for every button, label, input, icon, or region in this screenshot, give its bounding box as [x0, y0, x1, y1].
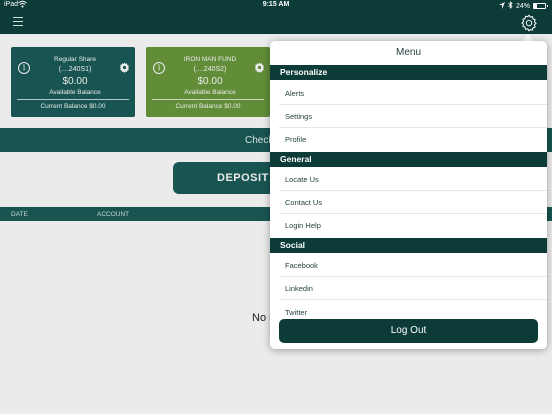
- logout-button[interactable]: Log Out: [279, 319, 538, 343]
- menu-item-settings[interactable]: Settings: [270, 105, 547, 128]
- menu-item-label: Login Help: [285, 221, 321, 230]
- menu-item-label: Settings: [285, 112, 313, 121]
- location-icon: [498, 1, 505, 11]
- menu-item-label: Twitter: [285, 308, 308, 317]
- menu-item-label: Facebook: [285, 261, 318, 270]
- menu-item-label: Alerts: [285, 89, 305, 98]
- settings-gear-icon[interactable]: [520, 14, 538, 32]
- hamburger-menu-icon[interactable]: [13, 17, 23, 26]
- menu-item-profile[interactable]: Profile: [270, 128, 547, 151]
- nav-bar: [0, 12, 552, 34]
- battery-icon: [533, 3, 548, 9]
- menu-item-label: Profile: [285, 135, 307, 144]
- menu-item-facebook[interactable]: Facebook: [270, 254, 547, 277]
- screen: iPad 9:15 AM 24% i Regular Share (....24…: [0, 0, 552, 414]
- menu-item-alerts[interactable]: Alerts: [270, 82, 547, 105]
- battery-fill: [534, 4, 537, 8]
- menu-item-login-help[interactable]: Login Help: [270, 214, 547, 237]
- settings-menu: Menu Personalize Alerts Settings Profile…: [270, 41, 547, 349]
- menu-item-contact-us[interactable]: Contact Us: [270, 191, 547, 214]
- section-personalize: Personalize: [270, 65, 547, 80]
- section-social: Social: [270, 238, 547, 253]
- menu-item-locate-us[interactable]: Locate Us: [270, 168, 547, 191]
- clock: 9:15 AM: [262, 1, 290, 8]
- section-general: General: [270, 152, 547, 167]
- bluetooth-icon: [508, 1, 513, 11]
- menu-item-label: Locate Us: [285, 175, 319, 184]
- status-right: 24%: [498, 1, 548, 11]
- status-bar: iPad 9:15 AM 24%: [0, 0, 552, 12]
- menu-title: Menu: [395, 47, 421, 58]
- menu-item-label: Linkedin: [285, 284, 313, 293]
- menu-item-linkedin[interactable]: Linkedin: [270, 277, 547, 300]
- battery-percent: 24%: [515, 2, 530, 10]
- menu-item-label: Contact Us: [285, 198, 323, 207]
